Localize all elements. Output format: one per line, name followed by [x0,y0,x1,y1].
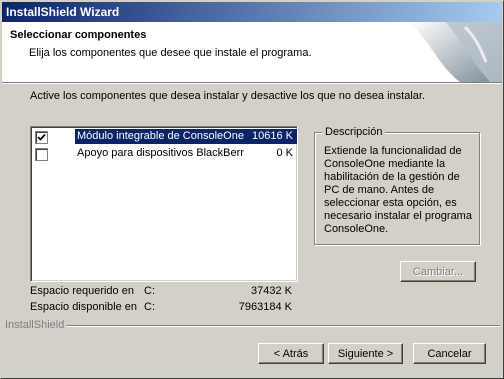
window-title: InstallShield Wizard [6,5,120,19]
title-bar[interactable]: InstallShield Wizard [2,2,502,22]
component-checkbox[interactable] [35,148,48,161]
space-drive: C: [144,301,155,313]
component-label: Apoyo para dispositivos BlackBerr [77,147,244,159]
header-divider [2,82,502,84]
description-legend: Descripción [322,126,386,138]
change-button[interactable]: Cambiar... [400,261,476,282]
installshield-brand: InstallShield [5,319,65,331]
wizard-window: InstallShield Wizard Seleccionar compone… [0,0,504,379]
component-size: 0 K [276,147,293,159]
space-label: Espacio disponible en [30,301,138,313]
component-size: 10616 K [252,130,293,142]
header-artwork-icon [410,22,502,82]
cancel-button[interactable]: Cancelar [413,343,486,364]
instruction-text: Active los componentes que desea instala… [30,90,426,102]
header-panel: Seleccionar componentes Elija los compon… [2,22,502,82]
space-label: Espacio requerido en [30,285,134,297]
space-available-row: Espacio disponible en C: 7963184 K [30,301,292,315]
checkmark-icon [37,133,46,141]
footer-divider [66,325,500,327]
back-button[interactable]: < Atrás [258,343,324,364]
space-value: 37432 K [251,285,292,297]
page-subtitle: Elija los componentes que desee que inst… [29,47,312,59]
space-required-row: Espacio requerido en C: 37432 K [30,285,292,299]
space-drive: C: [144,285,155,297]
components-list[interactable]: Módulo integrable de ConsoleOne 10616 K … [30,126,298,282]
component-item-blackberry[interactable]: Apoyo para dispositivos BlackBerr 0 K [33,146,295,162]
component-label: Módulo integrable de ConsoleOne [77,130,244,142]
description-text: Extiende la funcionalidad de ConsoleOne … [324,145,472,235]
next-button[interactable]: Siguiente > [328,343,403,364]
component-checkbox[interactable] [35,131,48,144]
space-value: 7963184 K [238,301,292,313]
page-title: Seleccionar componentes [10,29,147,41]
component-item-consoleone[interactable]: Módulo integrable de ConsoleOne 10616 K [33,129,297,145]
